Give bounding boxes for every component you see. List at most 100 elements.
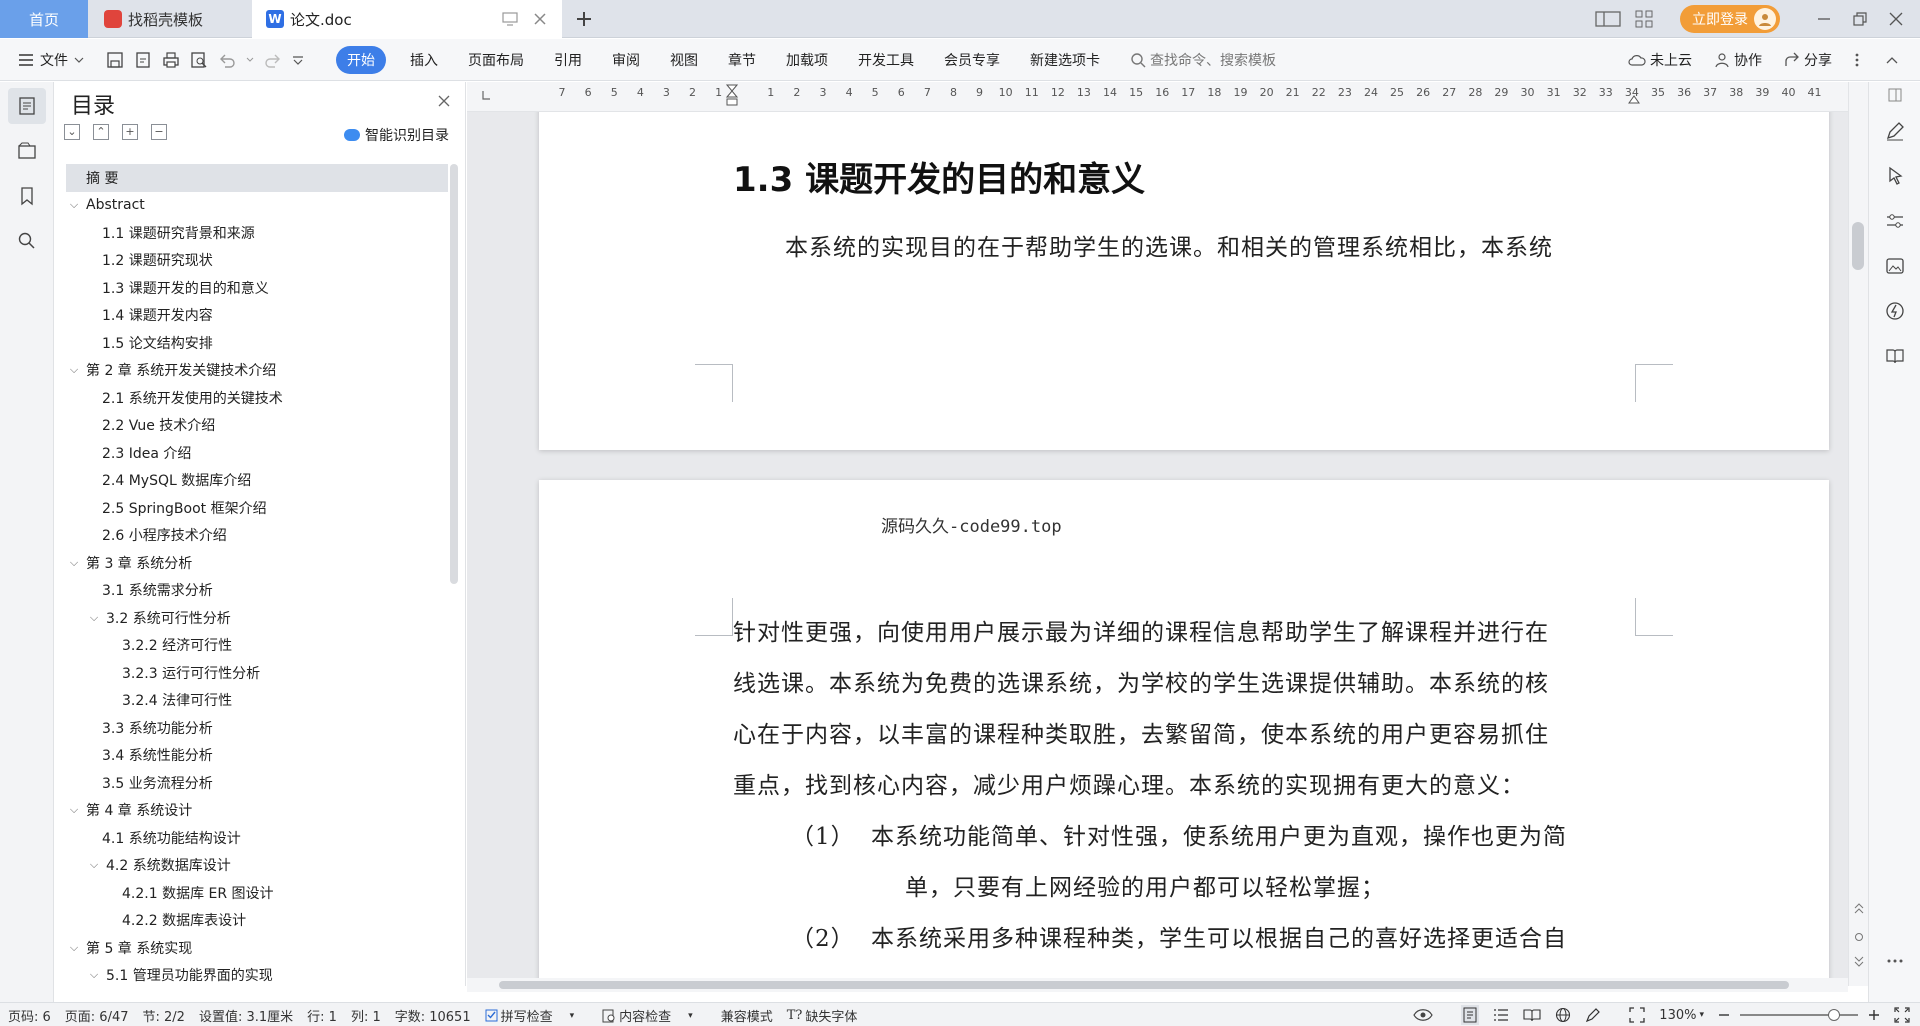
- undo-icon[interactable]: [218, 51, 236, 69]
- chevron-down-icon[interactable]: ⌵: [66, 803, 82, 817]
- toc-item[interactable]: ⌵ 第 4 章 系统设计: [66, 797, 448, 825]
- more-options-icon[interactable]: [1854, 52, 1864, 68]
- tab-home[interactable]: 首页: [0, 0, 88, 38]
- toc-panel-icon[interactable]: [8, 88, 46, 124]
- collapse-panel-icon[interactable]: [1869, 82, 1920, 108]
- fullscreen-icon[interactable]: [1894, 1007, 1910, 1023]
- toc-item[interactable]: ⌵ 4.2 系统数据库设计: [66, 852, 448, 880]
- outline-view-icon[interactable]: [1493, 1008, 1509, 1022]
- chevron-down-icon[interactable]: ⌵: [66, 941, 82, 955]
- close-tab-icon[interactable]: [532, 11, 548, 27]
- vertical-scroll-thumb[interactable]: [1852, 222, 1864, 270]
- cloud-status-button[interactable]: 未上云: [1628, 50, 1692, 70]
- toc-item[interactable]: 3.2.2 经济可行性: [66, 632, 448, 660]
- toc-scrollbar[interactable]: [450, 164, 458, 584]
- chevron-down-icon[interactable]: ⌵: [66, 363, 82, 377]
- toc-item[interactable]: 3.3 系统功能分析: [66, 714, 448, 742]
- write-view-icon[interactable]: [1585, 1007, 1601, 1023]
- adjust-sliders-icon[interactable]: [1869, 198, 1920, 243]
- ribbon-tab-5[interactable]: 视图: [670, 50, 698, 70]
- chevron-down-icon[interactable]: ⌵: [66, 198, 82, 212]
- status-page-count[interactable]: 页面: 6/47: [65, 1006, 129, 1025]
- ai-assistant-icon[interactable]: [1869, 288, 1920, 333]
- right-indent-marker-icon[interactable]: [1628, 94, 1640, 104]
- restore-icon[interactable]: [1842, 11, 1878, 27]
- ribbon-tab-0[interactable]: 开始: [336, 45, 386, 74]
- document-canvas[interactable]: 1.3 课题开发的目的和意义 本系统的实现目的在于帮助学生的选课。和相关的管理系…: [467, 112, 1848, 978]
- select-browse-icon[interactable]: [1854, 932, 1864, 942]
- status-word-count[interactable]: 字数: 10651: [395, 1006, 471, 1025]
- spellcheck-button[interactable]: 拼写检查 ▾: [485, 1006, 589, 1025]
- tab-templates[interactable]: 找稻壳模板: [90, 0, 250, 38]
- collapse-ribbon-icon[interactable]: [1886, 56, 1902, 64]
- toc-item[interactable]: 2.2 Vue 技术介绍: [66, 412, 448, 440]
- fit-page-icon[interactable]: [1629, 1007, 1645, 1023]
- add-heading-icon[interactable]: +: [122, 124, 138, 140]
- share-button[interactable]: 分享: [1784, 50, 1832, 70]
- ribbon-tab-1[interactable]: 插入: [410, 50, 438, 70]
- zoom-level[interactable]: 130% ▾: [1659, 1008, 1704, 1023]
- ribbon-tab-2[interactable]: 页面布局: [468, 50, 524, 70]
- toc-item[interactable]: ⌵ 第 5 章 系统实现: [66, 934, 448, 962]
- chevron-down-icon[interactable]: ⌵: [86, 968, 102, 982]
- collaborate-button[interactable]: 协作: [1714, 50, 1762, 70]
- toc-item[interactable]: 3.1 系统需求分析: [66, 577, 448, 605]
- zoom-in-button[interactable]: [1868, 1009, 1880, 1021]
- toc-item[interactable]: 1.5 论文结构安排: [66, 329, 448, 357]
- horizontal-scrollbar[interactable]: [467, 978, 1848, 992]
- new-tab-button[interactable]: [574, 9, 594, 29]
- tab-document[interactable]: W 论文.doc: [252, 0, 562, 38]
- apps-grid-icon[interactable]: [1626, 10, 1662, 28]
- file-menu[interactable]: 文件: [18, 50, 84, 70]
- toc-item[interactable]: 1.2 课题研究现状: [66, 247, 448, 275]
- horizontal-ruler[interactable]: 7 6 5 4 3 2 1 1 2 3 4 5 6 7 8 9 10 11 12 13 14 15 16 17 18 19 20 21…: [467, 82, 1848, 112]
- login-button[interactable]: 立即登录: [1680, 5, 1780, 33]
- pin-window-icon[interactable]: [502, 12, 518, 26]
- bookmark-icon[interactable]: [8, 178, 46, 214]
- print-icon[interactable]: [162, 51, 180, 69]
- layout-mode-icon[interactable]: [1590, 10, 1626, 28]
- ribbon-tab-10[interactable]: 新建选项卡: [1030, 50, 1100, 70]
- zoom-out-button[interactable]: [1718, 1009, 1730, 1021]
- print-preview-icon[interactable]: [190, 51, 208, 69]
- chevron-down-icon[interactable]: ⌵: [66, 556, 82, 570]
- document-page[interactable]: 1.3 课题开发的目的和意义 本系统的实现目的在于帮助学生的选课。和相关的管理系…: [539, 112, 1829, 450]
- zoom-slider[interactable]: [1740, 1009, 1858, 1021]
- toc-item[interactable]: 1.4 课题开发内容: [66, 302, 448, 330]
- indent-marker-icon[interactable]: [726, 84, 738, 110]
- redo-icon[interactable]: [264, 51, 282, 69]
- toc-item[interactable]: 3.5 业务流程分析: [66, 769, 448, 797]
- ribbon-tab-7[interactable]: 加载项: [786, 50, 828, 70]
- toc-item[interactable]: 2.3 Idea 介绍: [66, 439, 448, 467]
- page-view-icon[interactable]: [1461, 1005, 1480, 1025]
- chevron-down-icon[interactable]: ⌵: [86, 858, 102, 872]
- missing-font-button[interactable]: T? 缺失字体: [787, 1006, 872, 1025]
- edit-pen-icon[interactable]: [1869, 108, 1920, 153]
- remove-heading-icon[interactable]: −: [151, 124, 167, 140]
- toc-item[interactable]: ⌵ Abstract: [66, 192, 448, 220]
- eye-protection-icon[interactable]: [1413, 1008, 1433, 1022]
- chevron-down-icon[interactable]: ⌵: [86, 611, 102, 625]
- undo-dropdown-icon[interactable]: [246, 57, 254, 63]
- minimize-icon[interactable]: [1806, 11, 1842, 27]
- zoom-slider-knob[interactable]: [1828, 1009, 1840, 1021]
- toc-item[interactable]: 3.2.3 运行可行性分析: [66, 659, 448, 687]
- toc-item[interactable]: ⌵ 第 3 章 系统分析: [66, 549, 448, 577]
- ribbon-tab-9[interactable]: 会员专享: [944, 50, 1000, 70]
- vertical-scrollbar[interactable]: [1848, 82, 1868, 986]
- ribbon-tab-6[interactable]: 章节: [728, 50, 756, 70]
- ribbon-tab-3[interactable]: 引用: [554, 50, 582, 70]
- prev-page-icon[interactable]: [1853, 902, 1865, 914]
- collapse-level-icon[interactable]: ⌃: [93, 124, 109, 140]
- toc-item[interactable]: 4.2.2 数据库表设计: [66, 907, 448, 935]
- status-page-number[interactable]: 页码: 6: [8, 1006, 51, 1025]
- ribbon-tab-4[interactable]: 审阅: [612, 50, 640, 70]
- content-check-button[interactable]: 内容检查 ▾: [602, 1006, 707, 1025]
- more-tools-icon[interactable]: [1869, 938, 1920, 983]
- horizontal-scroll-thumb[interactable]: [499, 981, 1789, 989]
- customize-toolbar-icon[interactable]: [292, 55, 304, 65]
- toc-item[interactable]: 1.1 课题研究背景和来源: [66, 219, 448, 247]
- smart-toc-button[interactable]: 智能识别目录: [344, 125, 449, 145]
- next-page-icon[interactable]: [1853, 956, 1865, 968]
- toc-item[interactable]: 3.2.4 法律可行性: [66, 687, 448, 715]
